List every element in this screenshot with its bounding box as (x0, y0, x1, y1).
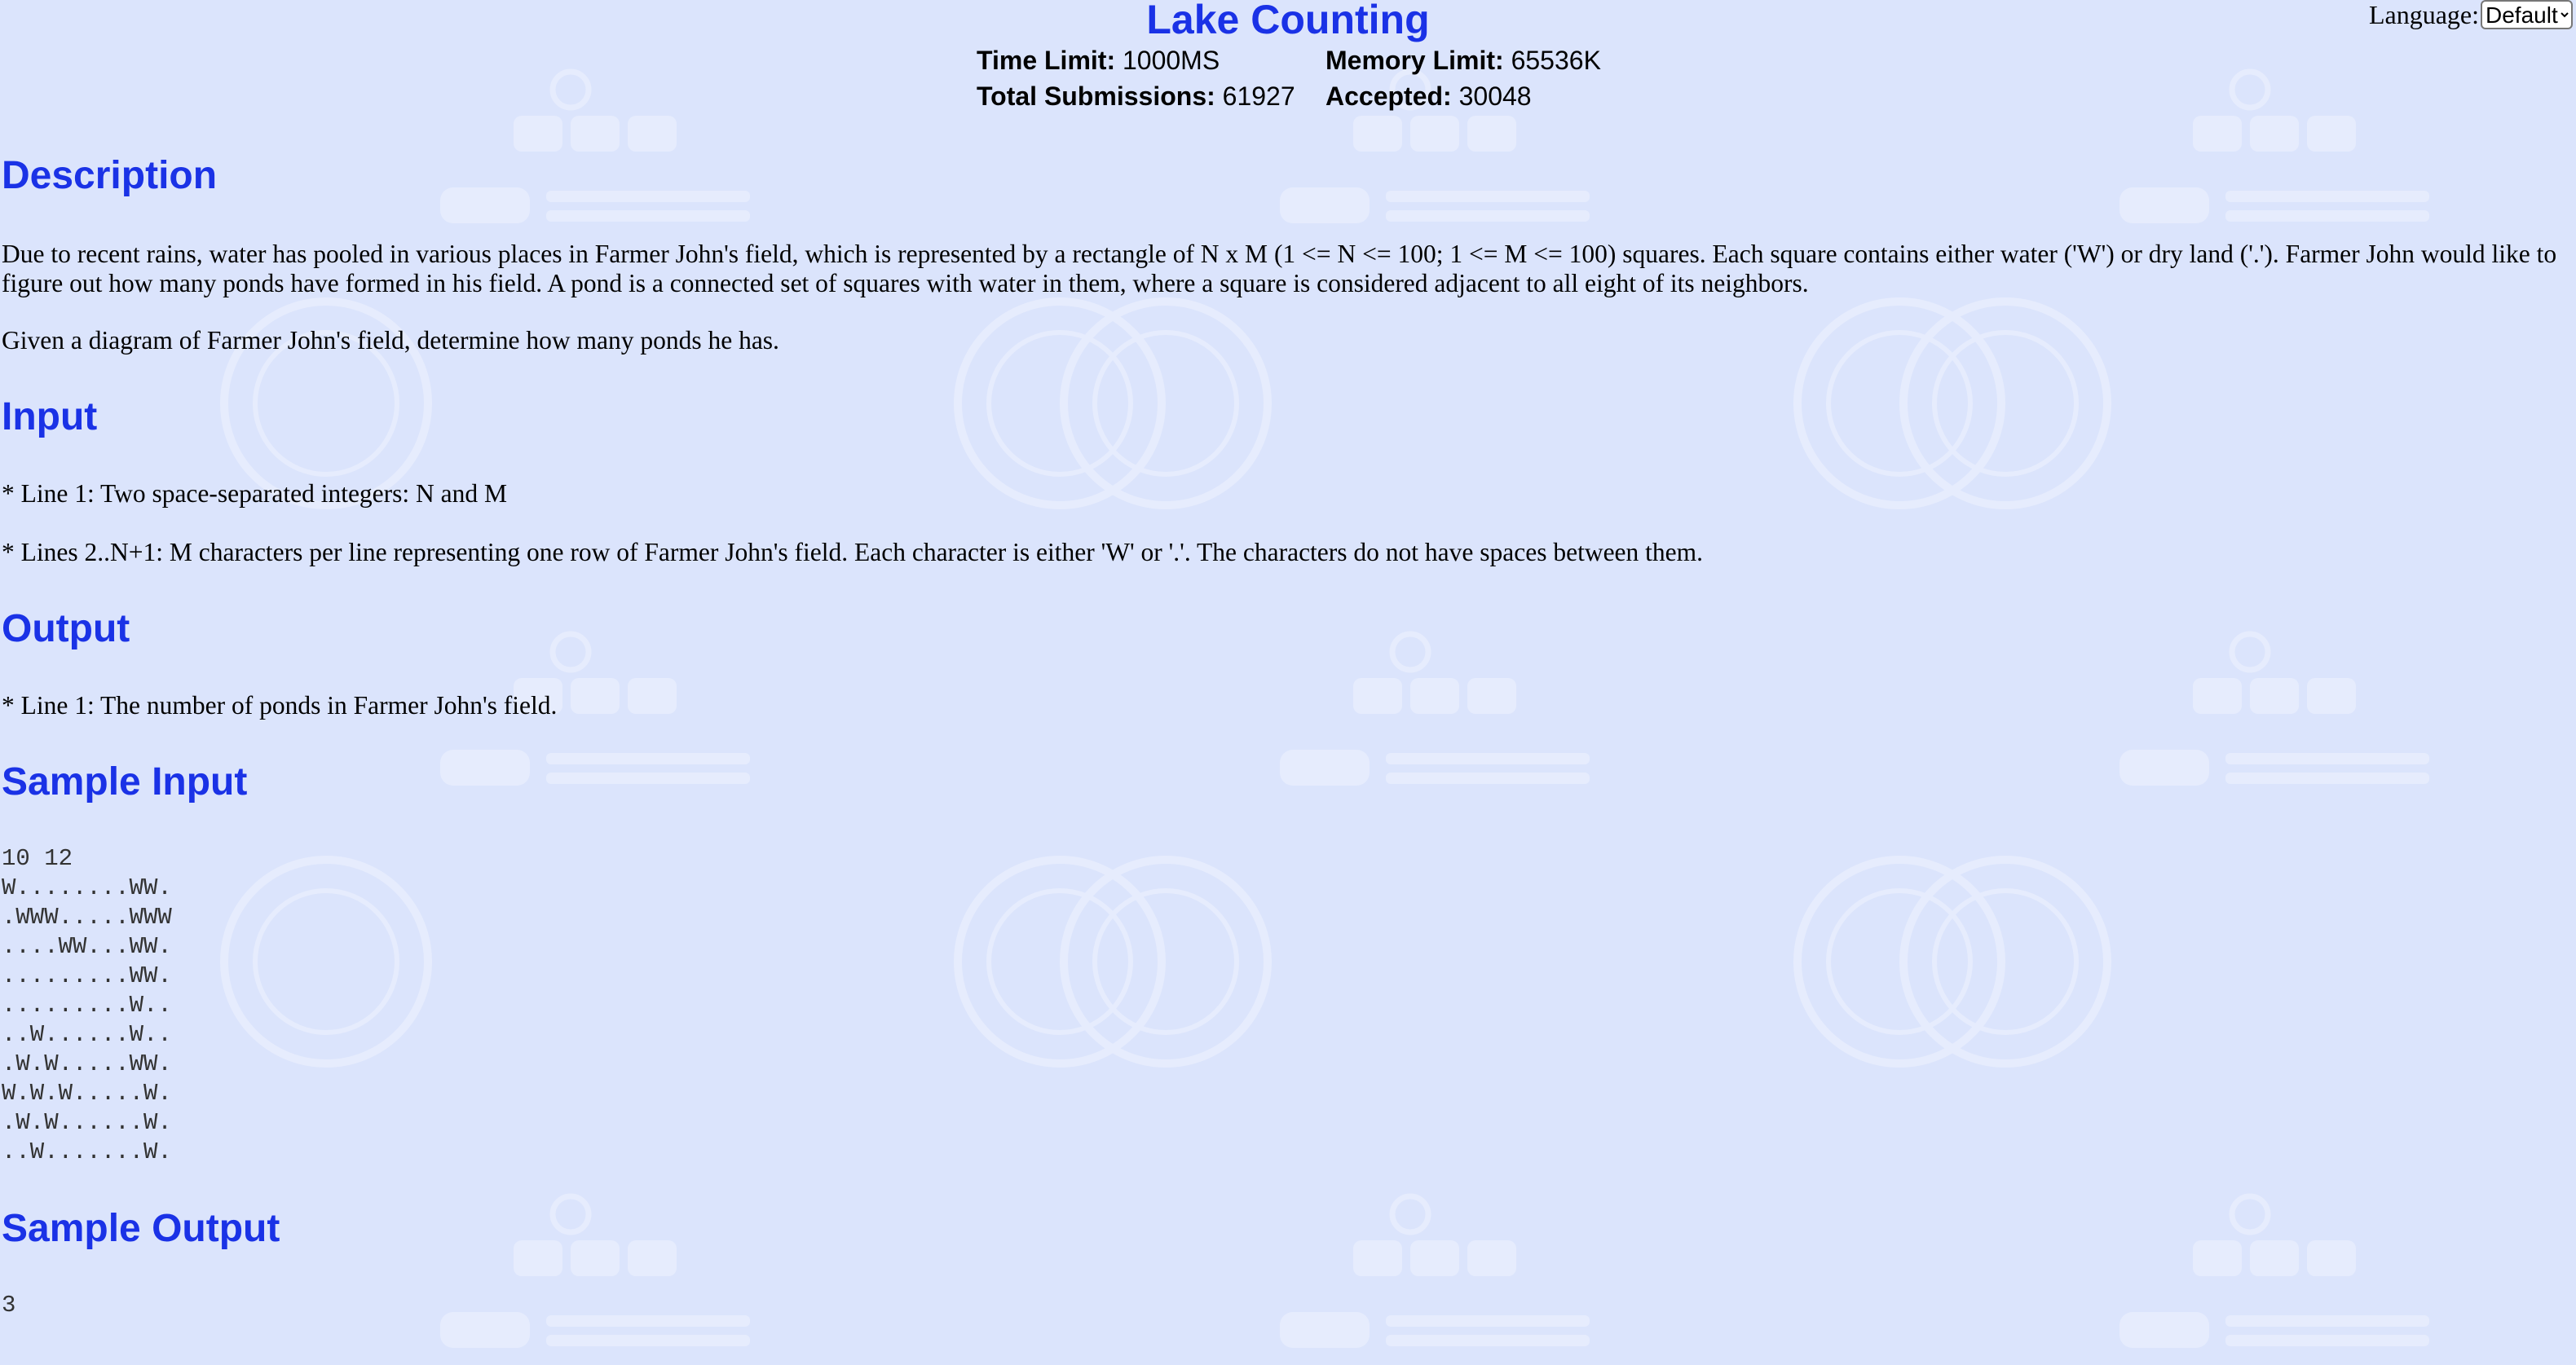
accepted-value: 30048 (1458, 81, 1532, 111)
total-submissions-value: 61927 (1222, 81, 1295, 111)
description-text-1: Due to recent rains, water has pooled in… (2, 240, 2557, 297)
total-submissions: Total Submissions: 61927 (977, 78, 1325, 114)
memory-limit-value: 65536K (1511, 46, 1601, 75)
input-text-2: * Lines 2..N+1: M characters per line re… (2, 538, 1704, 566)
problem-limits: Time Limit: 1000MS Memory Limit: 65536K … (977, 42, 1674, 114)
time-limit: Time Limit: 1000MS (977, 42, 1325, 78)
description-heading: Description (2, 154, 218, 197)
time-limit-value: 1000MS (1122, 46, 1220, 75)
output-heading: Output (2, 607, 130, 650)
sample-output-block: 3 (2, 1292, 16, 1319)
language-label: Language: (2368, 0, 2479, 29)
sample-output-heading: Sample Output (2, 1207, 280, 1250)
time-limit-label: Time Limit: (977, 46, 1116, 75)
language-select[interactable]: Default (2481, 0, 2573, 29)
limits-row-1: Time Limit: 1000MS Memory Limit: 65536K (977, 42, 1674, 78)
problem-page: Lake Counting Language: Default Time Lim… (0, 0, 2576, 1353)
limits-row-2: Total Submissions: 61927 Accepted: 30048 (977, 78, 1674, 114)
sample-input-block: 10 12 W........WW. .WWW.....WWW ....WW..… (2, 845, 172, 1165)
sample-input-heading: Sample Input (2, 760, 248, 804)
problem-title: Lake Counting (1146, 0, 1430, 42)
output-text-1: * Line 1: The number of ponds in Farmer … (2, 691, 558, 720)
description-text-2: Given a diagram of Farmer John's field, … (2, 326, 779, 354)
memory-limit-label: Memory Limit: (1325, 46, 1504, 75)
input-text-1: * Line 1: Two space-separated integers: … (2, 479, 508, 508)
accepted: Accepted: 30048 (1325, 78, 1674, 114)
accepted-label: Accepted: (1325, 81, 1452, 111)
total-submissions-label: Total Submissions: (977, 81, 1215, 111)
language-picker: Language: Default (2369, 0, 2573, 29)
input-heading: Input (2, 395, 98, 438)
memory-limit: Memory Limit: 65536K (1325, 42, 1674, 78)
